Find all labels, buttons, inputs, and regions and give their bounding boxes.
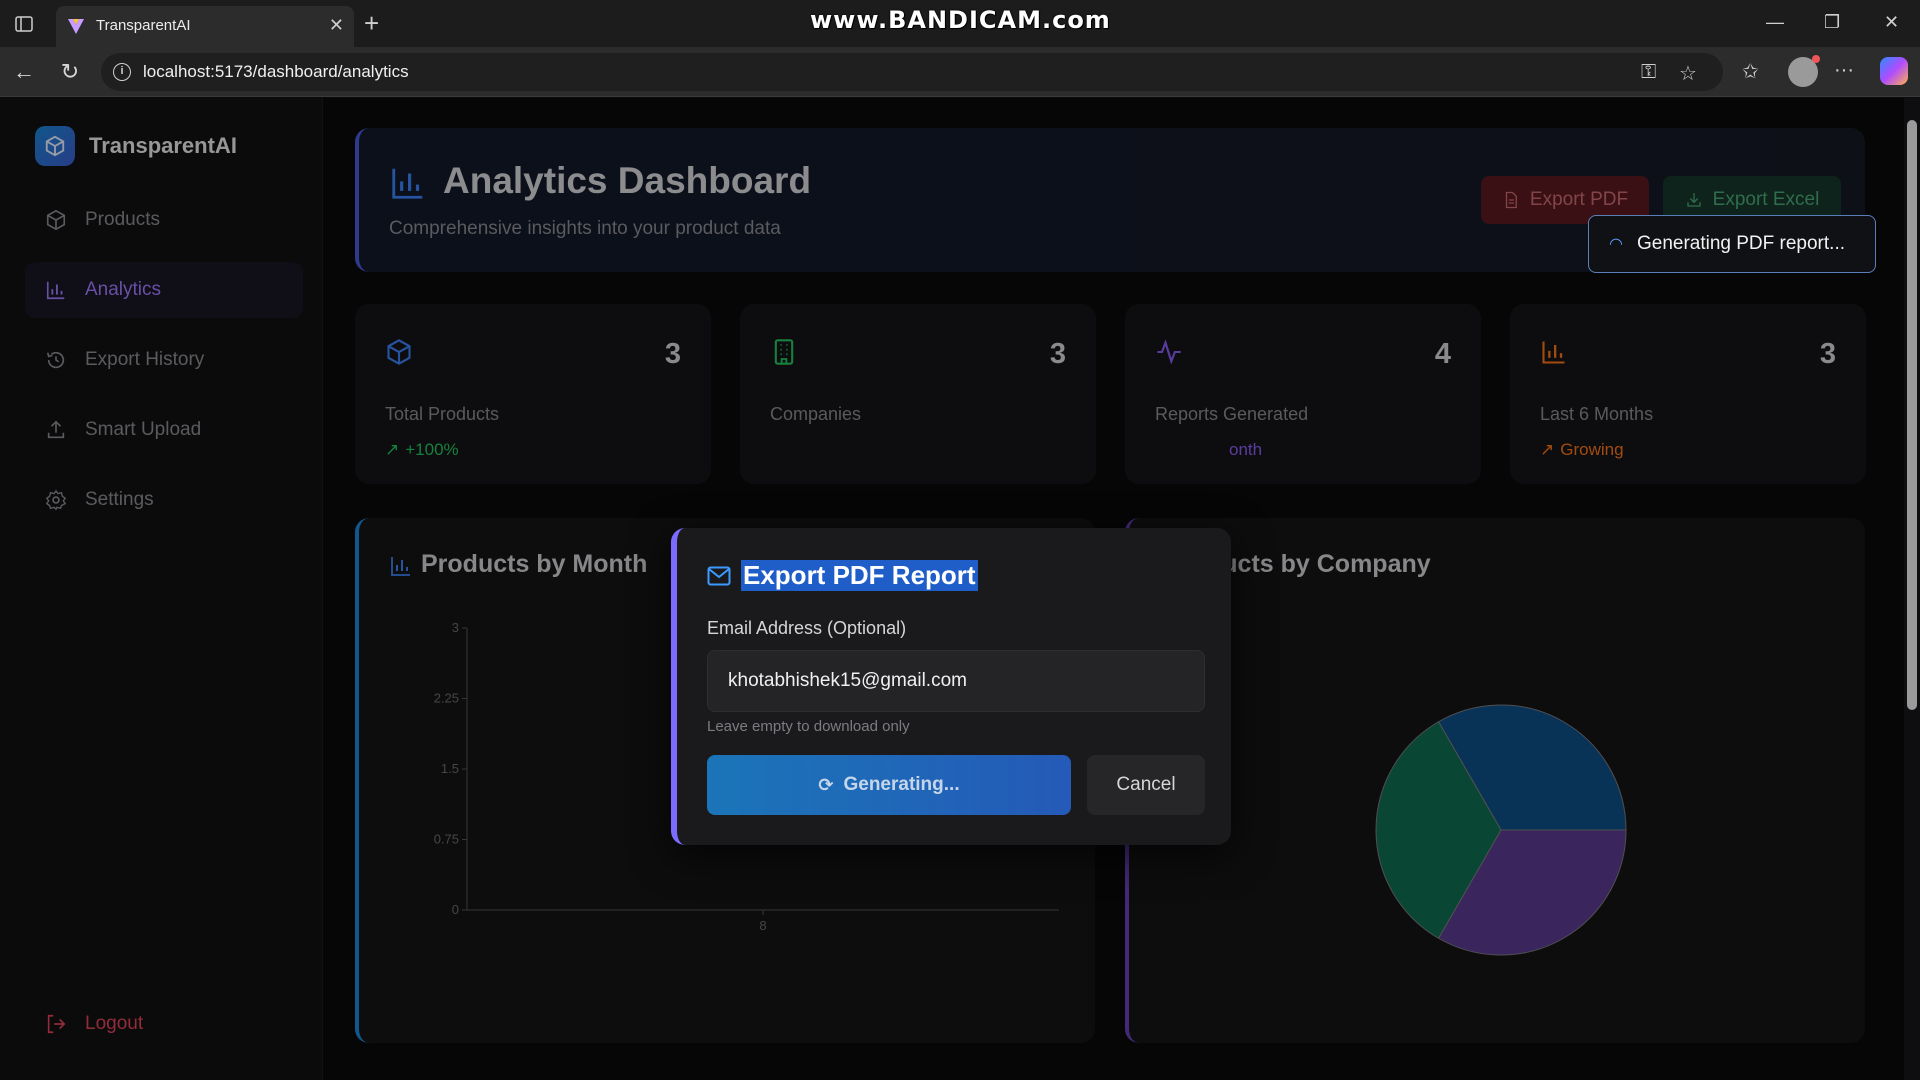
browser-tab[interactable]: TransparentAI ✕ bbox=[56, 6, 354, 47]
profile-avatar[interactable] bbox=[1788, 55, 1820, 87]
favicon-icon bbox=[68, 19, 84, 34]
scrollbar-thumb[interactable] bbox=[1907, 120, 1917, 710]
dialog-title-text: Export PDF Report bbox=[741, 560, 978, 591]
cancel-label: Cancel bbox=[1116, 774, 1176, 795]
sidebar-toggle-icon[interactable] bbox=[10, 10, 38, 38]
spinner-icon: ◠ bbox=[1609, 236, 1623, 253]
new-tab-icon[interactable]: + bbox=[364, 10, 379, 36]
close-window-icon[interactable]: ✕ bbox=[1884, 12, 1899, 33]
password-key-icon[interactable]: ⚿ bbox=[1641, 61, 1656, 84]
restore-icon[interactable]: ❐ bbox=[1824, 12, 1840, 33]
loading-toast: ◠ Generating PDF report... bbox=[1588, 215, 1876, 273]
reload-icon[interactable]: ↻ bbox=[56, 58, 84, 86]
cancel-button[interactable]: Cancel bbox=[1087, 755, 1205, 815]
email-hint: Leave empty to download only bbox=[707, 718, 910, 735]
toast-text: Generating PDF report... bbox=[1636, 233, 1846, 254]
url-field[interactable]: i localhost:5173/dashboard/analytics ⚿ ☆ bbox=[101, 53, 1723, 91]
email-label: Email Address (Optional) bbox=[707, 618, 907, 638]
favorite-star-icon[interactable]: ☆ bbox=[1679, 61, 1697, 86]
close-tab-icon[interactable]: ✕ bbox=[329, 15, 344, 36]
app-root: TransparentAI Products Analytics Export … bbox=[0, 98, 1920, 1080]
back-icon[interactable]: ← bbox=[10, 58, 38, 86]
site-info-icon[interactable]: i bbox=[113, 63, 131, 81]
export-pdf-dialog: Export PDF Report Email Address (Optiona… bbox=[671, 528, 1231, 845]
mail-icon bbox=[707, 566, 731, 585]
spinner-icon: ⟳ bbox=[818, 774, 834, 795]
address-bar: ← ↻ i localhost:5173/dashboard/analytics… bbox=[0, 47, 1920, 97]
minimize-icon[interactable]: — bbox=[1766, 12, 1784, 33]
email-value: khotabhishek15@gmail.com bbox=[728, 670, 967, 691]
email-field[interactable]: khotabhishek15@gmail.com bbox=[707, 650, 1205, 712]
url-text[interactable]: localhost:5173/dashboard/analytics bbox=[143, 62, 409, 82]
generate-button[interactable]: ⟳ Generating... bbox=[707, 755, 1071, 815]
dialog-title: Export PDF Report bbox=[707, 560, 978, 591]
favorites-list-icon[interactable]: ✩ bbox=[1742, 59, 1759, 84]
copilot-icon[interactable] bbox=[1880, 57, 1908, 85]
tab-title: TransparentAI bbox=[96, 17, 191, 34]
page-scrollbar[interactable] bbox=[1904, 98, 1920, 1080]
browser-tab-bar: TransparentAI ✕ + www.BANDICAM.com — ❐ ✕ bbox=[0, 0, 1920, 47]
recording-watermark: www.BANDICAM.com bbox=[810, 6, 1111, 34]
generate-label: Generating... bbox=[843, 774, 960, 795]
more-menu-icon[interactable]: ··· bbox=[1834, 59, 1854, 82]
